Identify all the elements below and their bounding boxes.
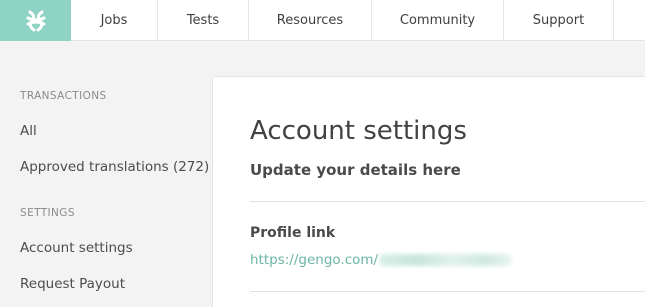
sidebar-item-approved-translations[interactable]: Approved translations (272) (20, 159, 209, 175)
divider (250, 291, 645, 292)
nav-community[interactable]: Community (372, 0, 504, 40)
gengo-logo-icon[interactable] (0, 0, 71, 41)
sidebar: TRANSACTIONS All Approved translations (… (0, 41, 212, 307)
redacted-username (379, 254, 513, 266)
top-navigation: Jobs Tests Resources Community Support (0, 0, 645, 41)
nav-jobs[interactable]: Jobs (71, 0, 158, 40)
nav-tests[interactable]: Tests (158, 0, 249, 40)
sidebar-item-request-payout[interactable]: Request Payout (20, 276, 125, 292)
page-subtitle: Update your details here (250, 161, 461, 179)
account-settings-panel: Account settings Update your details her… (212, 76, 645, 307)
profile-link-url[interactable]: https://gengo.com/ (250, 252, 378, 268)
settings-heading: SETTINGS (20, 207, 75, 219)
divider (250, 201, 645, 202)
profile-link[interactable]: https://gengo.com/ (250, 252, 513, 268)
gengo-logo-svg (26, 10, 45, 31)
nav-support[interactable]: Support (504, 0, 614, 40)
sidebar-item-all[interactable]: All (20, 123, 37, 139)
profile-link-label: Profile link (250, 225, 336, 241)
sidebar-item-account-settings[interactable]: Account settings (20, 240, 133, 256)
nav-resources[interactable]: Resources (249, 0, 372, 40)
transactions-heading: TRANSACTIONS (20, 90, 107, 102)
page-title: Account settings (250, 116, 467, 146)
